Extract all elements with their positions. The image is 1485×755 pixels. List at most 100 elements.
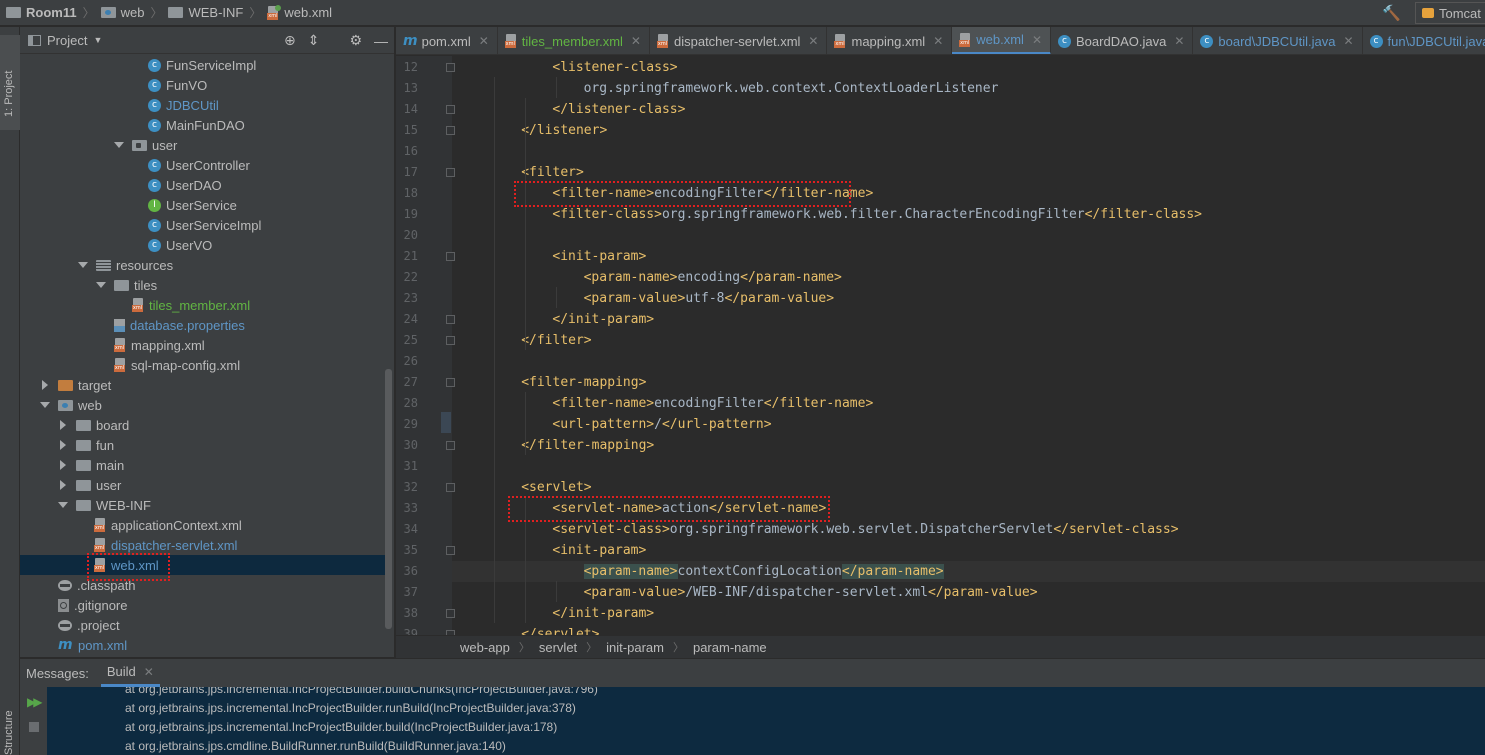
locate-icon[interactable]: ⊕ (284, 32, 296, 49)
chevron-right-icon[interactable] (60, 440, 66, 450)
tree-item[interactable]: user (20, 475, 385, 495)
close-icon[interactable]: ✕ (631, 34, 641, 48)
structure-tool-tab[interactable]: Structure (3, 710, 15, 755)
tab-dispatcher-servlet-xml[interactable]: xml dispatcher-servlet.xml ✕ (650, 27, 828, 54)
chevron-right-icon[interactable] (60, 480, 66, 490)
tree-item[interactable]: c UserDAO (20, 175, 385, 195)
chevron-down-icon[interactable] (114, 142, 124, 148)
tree-item[interactable]: xml applicationContext.xml (20, 515, 385, 535)
tab-build[interactable]: Build ✕ (100, 659, 160, 687)
tab-web-xml[interactable]: xml web.xml ✕ (952, 27, 1051, 54)
indent-guide (556, 77, 558, 98)
nav-project[interactable]: Room11 (6, 0, 77, 26)
tab-fun-jdbcutil-java[interactable]: cfun\JDBCUtil.java✕ (1363, 27, 1485, 54)
tree-item[interactable]: c UserVO (20, 235, 385, 255)
run-configuration-select[interactable]: Tomcat (1415, 2, 1485, 24)
xml-tag: </param-value> (724, 290, 835, 306)
tree-item[interactable]: .project (20, 615, 385, 635)
messages-output[interactable]: at org.jetbrains.jps.incremental.IncProj… (47, 687, 1485, 755)
folder-icon (76, 499, 91, 511)
class-icon: c (148, 118, 161, 132)
tab-pom-xml[interactable]: m pom.xml ✕ (396, 27, 498, 54)
tree-item[interactable]: tiles (20, 275, 385, 295)
tree-item[interactable]: xml dispatcher-servlet.xml (20, 535, 385, 555)
tree-item[interactable]: .gitignore (20, 595, 385, 615)
code-line: <filter> (452, 162, 1485, 183)
close-icon[interactable]: ✕ (1032, 33, 1042, 47)
chevron-down-icon[interactable] (40, 402, 50, 408)
tree-item[interactable]: user (20, 135, 385, 155)
nav-web-inf[interactable]: WEB-INF (168, 0, 243, 26)
tree-item-label: board (96, 417, 130, 433)
tree-item[interactable]: .classpath (20, 575, 385, 595)
message-line: at org.jetbrains.jps.incremental.IncProj… (125, 701, 576, 715)
hide-panel-icon[interactable]: — (374, 33, 388, 49)
nav-web[interactable]: web (100, 0, 144, 26)
close-icon[interactable]: ✕ (808, 34, 818, 48)
tree-item[interactable]: c FunVO (20, 75, 385, 95)
code-editor[interactable]: 12 13 14 15 16 17 18 19 20 21 22 23 24 25 26 27 28 29 30 31… (396, 56, 1485, 635)
tree-item[interactable]: c UserController (20, 155, 385, 175)
tree-item[interactable]: c JDBCUtil (20, 95, 385, 115)
chevron-right-icon[interactable] (42, 380, 48, 390)
close-icon[interactable]: ✕ (1174, 34, 1184, 48)
tab-tiles-member-xml[interactable]: xml tiles_member.xml ✕ (498, 27, 650, 54)
chevron-down-icon[interactable]: ▼ (93, 35, 102, 45)
tree-item[interactable]: c MainFunDAO (20, 115, 385, 135)
nav-web-xml[interactable]: xml web.xml (267, 0, 332, 26)
maven-icon: m (403, 33, 418, 49)
xml-tag: <init-param> (552, 542, 647, 558)
tree-item[interactable]: I UserService (20, 195, 385, 215)
tab-board-jdbcutil-java[interactable]: c board\JDBCUtil.java ✕ (1193, 27, 1363, 54)
project-view-select[interactable]: Project (47, 33, 87, 48)
tree-item[interactable]: c UserServiceImpl (20, 215, 385, 235)
tab-boarddao-java[interactable]: c BoardDAO.java ✕ (1051, 27, 1194, 54)
build-hammer-icon[interactable]: 🔨 (1382, 4, 1401, 22)
tree-item[interactable]: xml sql-map-config.xml (20, 355, 385, 375)
tree-item[interactable]: WEB-INF (20, 495, 385, 515)
tree-item[interactable]: fun (20, 435, 385, 455)
tree-item[interactable]: xml tiles_member.xml (20, 295, 385, 315)
xml-tag: </filter-name> (763, 395, 874, 411)
tree-item[interactable]: resources (20, 255, 385, 275)
chevron-down-icon[interactable] (96, 282, 106, 288)
breadcrumb-web-app[interactable]: web-app (460, 640, 510, 655)
close-icon[interactable]: ✕ (933, 34, 943, 48)
xml-tag: </url-pattern> (661, 416, 772, 432)
line-number: 18 (403, 185, 418, 200)
stop-icon[interactable] (29, 722, 39, 732)
tree-item[interactable]: web (20, 395, 385, 415)
chevron-right-icon[interactable] (60, 420, 66, 430)
chevron-down-icon[interactable] (58, 502, 68, 508)
message-line: at org.jetbrains.jps.incremental.IncProj… (125, 720, 558, 734)
chevron-down-icon[interactable] (78, 262, 88, 268)
xml-tag: </servlet-class> (1053, 521, 1179, 537)
tree-item[interactable]: target (20, 375, 385, 395)
close-icon[interactable]: ✕ (144, 665, 154, 679)
change-marker (441, 412, 451, 433)
gear-icon[interactable]: ⚙ (349, 32, 362, 49)
project-scrollbar[interactable] (385, 369, 392, 629)
tree-item[interactable]: c FunServiceImpl (20, 55, 385, 75)
collapse-all-icon[interactable]: ⇕ (308, 32, 320, 49)
tab-label: mapping.xml (851, 33, 926, 49)
tree-item[interactable]: m pom.xml (20, 635, 385, 655)
close-icon[interactable]: ✕ (479, 34, 489, 48)
line-number: 22 (403, 269, 418, 284)
breadcrumb-init-param[interactable]: init-param (606, 640, 664, 655)
breadcrumb-param-name[interactable]: param-name (693, 640, 767, 655)
tree-item[interactable]: database.properties (20, 315, 385, 335)
tab-label: board\JDBCUtil.java (1218, 33, 1336, 49)
chevron-right-icon[interactable] (60, 460, 66, 470)
editor-breadcrumbs: web-app 〉 servlet 〉 init-param 〉 param-name (396, 635, 1485, 658)
tree-item[interactable]: main (20, 455, 385, 475)
project-tool-tab[interactable]: 1: Project (0, 35, 20, 130)
breadcrumb-servlet[interactable]: servlet (539, 640, 577, 655)
tree-item[interactable]: board (20, 415, 385, 435)
rerun-icon[interactable]: ▶▶ (27, 695, 43, 709)
tree-item[interactable]: xml web.xml (20, 555, 385, 575)
tab-mapping-xml[interactable]: xml mapping.xml ✕ (827, 27, 953, 54)
close-icon[interactable]: ✕ (1343, 34, 1353, 48)
tree-item[interactable]: xml mapping.xml (20, 335, 385, 355)
message-line: at org.jetbrains.jps.cmdline.BuildRunner… (125, 739, 506, 753)
